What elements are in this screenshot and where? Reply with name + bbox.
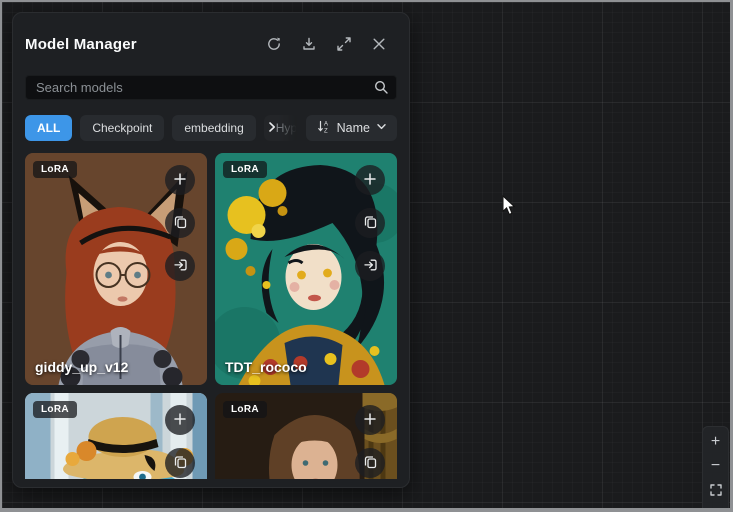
import-model-button[interactable] [355,251,385,281]
tabs-scroll-right-button[interactable] [265,120,279,137]
model-card-tdt-rococo[interactable]: LoRA TDT_rococo [215,153,397,385]
plus-icon [172,411,188,430]
refresh-icon [266,36,282,52]
fit-view-button[interactable] [703,478,728,502]
lock-button[interactable] [703,502,728,508]
copy-icon [173,454,188,472]
add-model-button[interactable] [355,165,385,195]
copy-model-button[interactable] [355,448,385,478]
search-input[interactable] [25,75,397,100]
copy-icon [173,214,188,232]
model-type-badge: LoRA [223,401,267,418]
filter-tab-embedding[interactable]: embedding [172,115,255,141]
chevron-down-icon [376,121,387,135]
card-actions [165,165,195,281]
add-model-button[interactable] [165,405,195,435]
panel-header: Model Manager [25,31,397,57]
model-card-4[interactable]: LoRA [215,393,397,479]
panel-title: Model Manager [25,36,137,53]
lock-icon [709,507,723,508]
model-name: TDT_rococo [225,359,307,375]
zoom-out-button[interactable]: − [703,454,728,478]
filter-row: ALL Checkpoint embedding Hypernet AZ Nam… [25,115,397,141]
copy-model-button[interactable] [165,448,195,478]
copy-icon [363,214,378,232]
mouse-cursor [502,195,517,221]
card-actions [355,405,385,478]
import-icon [173,257,188,275]
plus-icon [362,411,378,430]
sort-alpha-icon: AZ [316,119,331,137]
fit-view-icon [709,483,723,497]
model-manager-panel: Model Manager [12,12,410,488]
sort-label: Name [337,121,370,135]
model-card-giddy-up-v12[interactable]: LoRA giddy_up_v12 [25,153,207,385]
plus-icon [172,171,188,190]
model-type-badge: LoRA [33,401,77,418]
import-model-button[interactable] [165,251,195,281]
search-icon [373,79,389,100]
workflow-canvas[interactable]: Model Manager [2,2,730,508]
canvas-zoom-toolbar: + − [702,426,729,508]
model-grid: LoRA giddy_up_v12 [25,153,397,479]
sort-dropdown[interactable]: AZ Name [306,115,397,141]
model-type-badge: LoRA [33,161,77,178]
import-icon [363,257,378,275]
refresh-button[interactable] [266,36,282,52]
download-icon [301,36,317,52]
filter-tab-checkpoint[interactable]: Checkpoint [80,115,164,141]
model-card-3[interactable]: LoRA [25,393,207,479]
add-model-button[interactable] [355,405,385,435]
add-model-button[interactable] [165,165,195,195]
svg-text:Z: Z [324,128,328,134]
close-button[interactable] [371,36,387,52]
card-actions [165,405,195,478]
expand-button[interactable] [336,36,352,52]
expand-icon [336,36,352,52]
card-actions [355,165,385,281]
plus-icon [362,171,378,190]
close-icon [371,36,387,52]
search-bar [25,75,397,100]
copy-icon [363,454,378,472]
model-name: giddy_up_v12 [35,359,128,375]
panel-header-actions [266,36,397,52]
svg-text:A: A [324,121,328,127]
download-button[interactable] [301,36,317,52]
filter-tab-all[interactable]: ALL [25,115,72,141]
chevron-right-icon [265,122,279,137]
model-type-badge: LoRA [223,161,267,178]
copy-model-button[interactable] [165,208,195,238]
zoom-in-button[interactable]: + [703,430,728,454]
copy-model-button[interactable] [355,208,385,238]
